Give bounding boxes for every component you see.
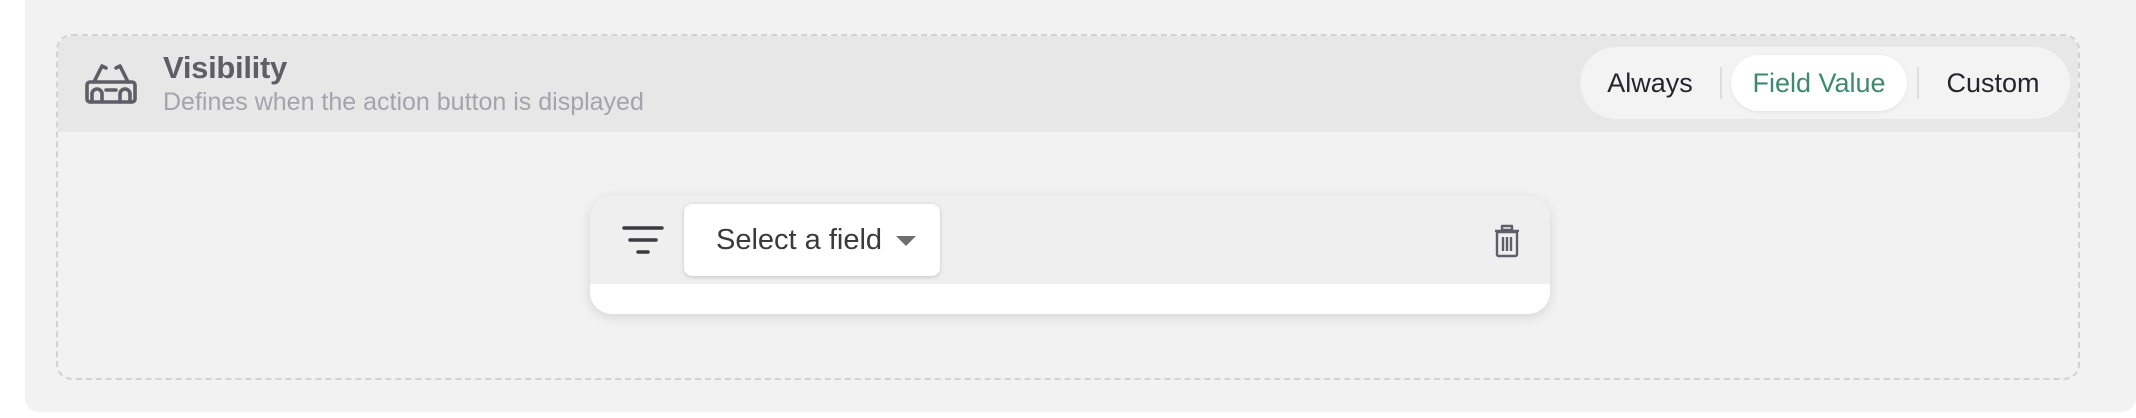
segment-divider — [1720, 67, 1722, 99]
mode-field-value-button[interactable]: Field Value — [1731, 55, 1907, 111]
chevron-down-icon — [896, 236, 916, 246]
trash-icon[interactable] — [1492, 224, 1522, 258]
mode-custom-button[interactable]: Custom — [1928, 55, 2058, 111]
visibility-mode-toggle: Always Field Value Custom — [1580, 47, 2070, 119]
section-subtitle: Defines when the action button is displa… — [163, 88, 644, 116]
glasses-icon — [85, 64, 137, 104]
segment-divider — [1917, 67, 1919, 99]
visibility-header: Visibility Defines when the action butto… — [58, 36, 2078, 132]
field-select-value: Select a field — [716, 224, 883, 256]
condition-row: Select a field — [590, 196, 1550, 284]
filter-icon[interactable] — [620, 222, 666, 258]
section-title: Visibility — [163, 50, 287, 85]
mode-always-button[interactable]: Always — [1590, 55, 1710, 111]
field-select[interactable]: Select a field — [684, 204, 940, 276]
condition-card: Select a field — [590, 196, 1550, 314]
